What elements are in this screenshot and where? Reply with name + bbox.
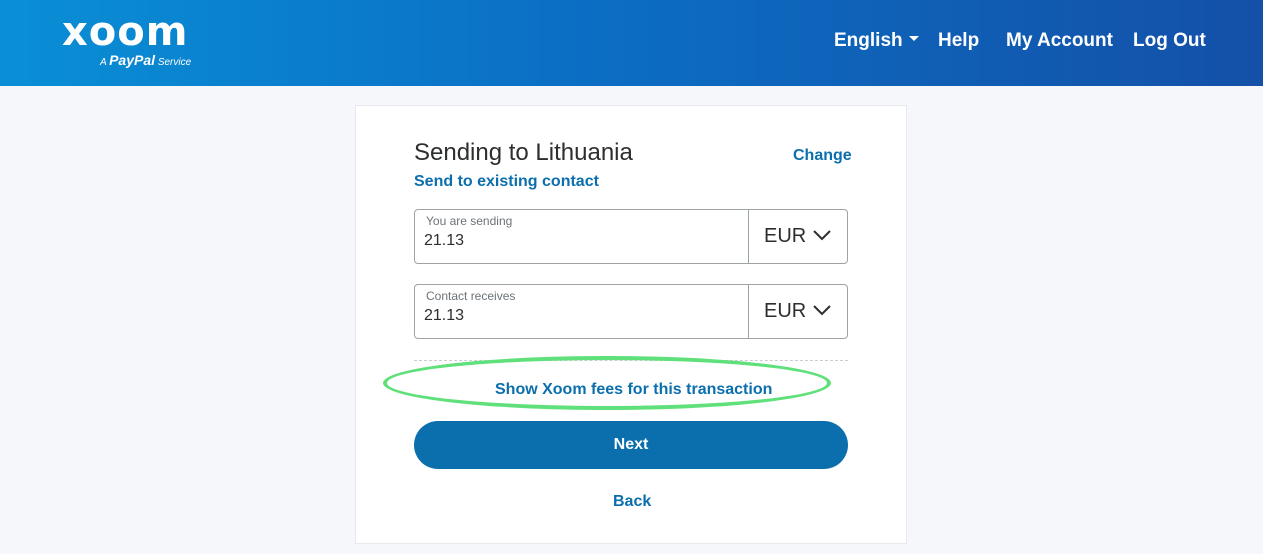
language-dropdown[interactable]: English [834,30,919,52]
send-to-existing-contact-link[interactable]: Send to existing contact [414,173,599,191]
top-header: xoom A PayPal Service English Help My Ac… [0,0,1263,86]
sending-amount-label: You are sending [426,214,513,228]
chevron-down-icon [813,305,831,316]
back-link[interactable]: Back [613,493,651,511]
change-country-link[interactable]: Change [793,147,852,165]
language-label: English [834,30,903,51]
nav-my-account[interactable]: My Account [1006,30,1113,52]
sending-currency-value: EUR [764,225,807,247]
logo-tagline-suffix: Service [157,57,192,68]
send-money-card: Sending to Lithuania Change Send to exis… [355,105,907,544]
show-fees-link[interactable]: Show Xoom fees for this transaction [495,381,772,399]
receive-currency-select[interactable]: EUR [748,285,847,338]
next-button[interactable]: Next [414,421,848,469]
sending-amount-input[interactable]: 21.13 [424,232,464,250]
receive-amount-input[interactable]: 21.13 [424,307,464,325]
logo-tagline: A PayPal Service [100,52,191,68]
xoom-logo[interactable]: xoom A PayPal Service [62,9,191,68]
receive-amount-field[interactable]: Contact receives 21.13 EUR [414,284,848,339]
sending-currency-select[interactable]: EUR [748,210,847,263]
logo-tagline-prefix: A [100,57,107,68]
logo-tagline-brand: PayPal [109,52,156,68]
logo-wordmark: xoom [62,9,189,55]
chevron-down-icon [813,230,831,241]
nav-log-out[interactable]: Log Out [1133,30,1206,52]
receive-amount-label: Contact receives [426,289,516,303]
nav-help[interactable]: Help [938,30,979,52]
page-title: Sending to Lithuania [414,139,633,166]
sending-amount-field[interactable]: You are sending 21.13 EUR [414,209,848,264]
caret-down-icon [908,36,919,42]
receive-currency-value: EUR [764,300,807,322]
